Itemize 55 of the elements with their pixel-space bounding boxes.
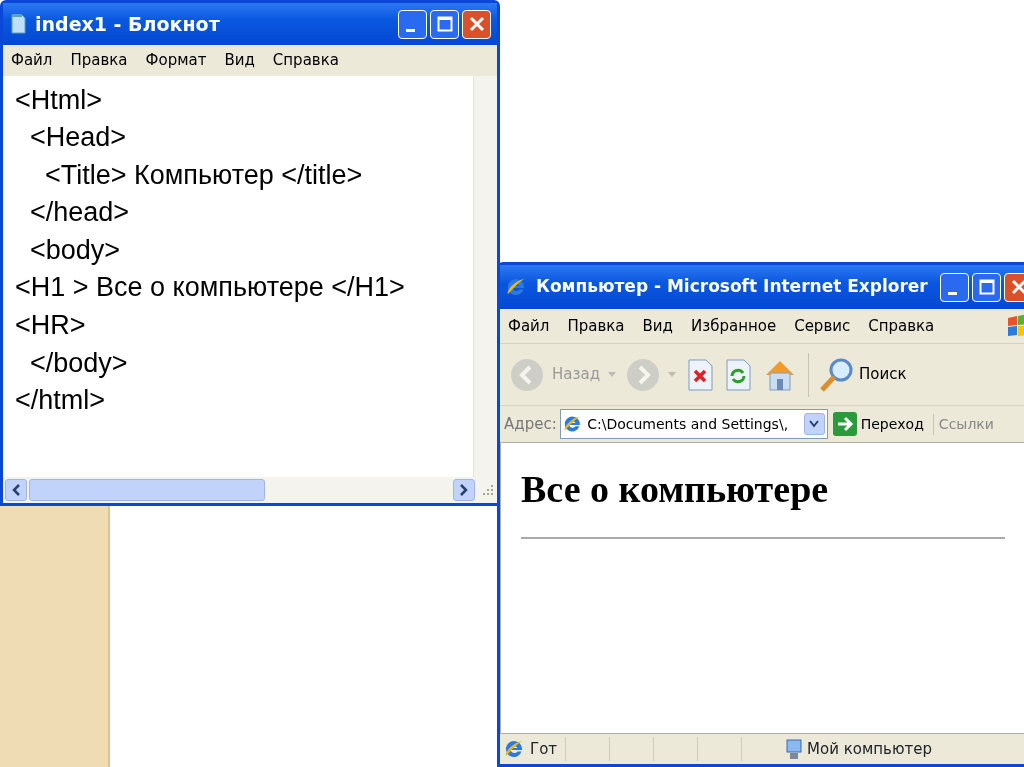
dropdown-caret-icon [608, 371, 616, 378]
code-line: </body> [29, 346, 129, 380]
code-line: </head> [29, 196, 131, 230]
code-line: <body> [29, 233, 122, 267]
minimize-button[interactable] [940, 272, 969, 302]
horizontal-scrollbar[interactable] [3, 477, 497, 503]
notepad-icon [9, 13, 27, 35]
code-line: <Html> [15, 83, 104, 117]
menu-item[interactable]: Правка [567, 314, 625, 338]
code-line: <H1 > Все о компьютере </H1> [15, 271, 406, 305]
maximize-button[interactable] [430, 9, 459, 39]
refresh-button[interactable] [724, 357, 752, 392]
refresh-page-icon [724, 357, 752, 392]
code-line: <HR> [15, 309, 87, 343]
search-button[interactable]: Поиск [819, 356, 907, 393]
window-title: Компьютер - Microsoft Internet Explorer [536, 275, 928, 299]
code-line: <Title> Компьютер </title> [44, 158, 364, 192]
stop-button[interactable] [686, 357, 714, 392]
maximize-icon [978, 279, 995, 295]
page-heading: Все о компьютере [521, 467, 830, 512]
menu-item[interactable]: Сервис [794, 314, 851, 338]
search-icon [819, 356, 855, 393]
status-text: Гот [530, 738, 558, 760]
menu-item[interactable]: Файл [11, 49, 53, 72]
close-icon [1010, 279, 1024, 295]
menu-item[interactable]: Избранное [690, 314, 777, 338]
menu-item[interactable]: Справка [272, 49, 339, 72]
stop-page-icon [686, 357, 714, 392]
address-label: Адрес: [504, 413, 557, 435]
menu-item[interactable]: Справка [868, 314, 935, 338]
menu-item[interactable]: Вид [642, 314, 673, 338]
close-icon [468, 16, 485, 32]
code-line: <Head> [29, 121, 128, 155]
flag-logo-icon [1005, 313, 1024, 339]
menu-item[interactable]: Правка [70, 49, 128, 72]
code-line: </html> [15, 384, 107, 418]
computer-icon [785, 738, 804, 760]
minimize-icon [948, 291, 957, 295]
maximize-button[interactable] [972, 272, 1001, 302]
vertical-scrollbar[interactable] [473, 75, 497, 477]
menu-item[interactable]: Вид [224, 49, 255, 72]
minimize-button[interactable] [398, 9, 427, 39]
window-title: index1 - Блокнот [35, 11, 220, 37]
menu-item[interactable]: Формат [145, 49, 207, 72]
dropdown-caret-icon [809, 420, 820, 428]
close-button[interactable] [462, 9, 491, 39]
address-field[interactable]: C:\Documents and Settings\, [559, 409, 828, 439]
zone-text: Мой компьютер [807, 738, 933, 760]
close-button[interactable] [1004, 272, 1024, 302]
dropdown-caret-icon [668, 371, 676, 378]
maximize-icon [436, 16, 453, 32]
menu-item[interactable]: Файл [508, 314, 550, 338]
go-button[interactable]: Переход [832, 412, 924, 436]
scroll-thumb[interactable] [29, 479, 265, 501]
minimize-icon [406, 28, 415, 32]
